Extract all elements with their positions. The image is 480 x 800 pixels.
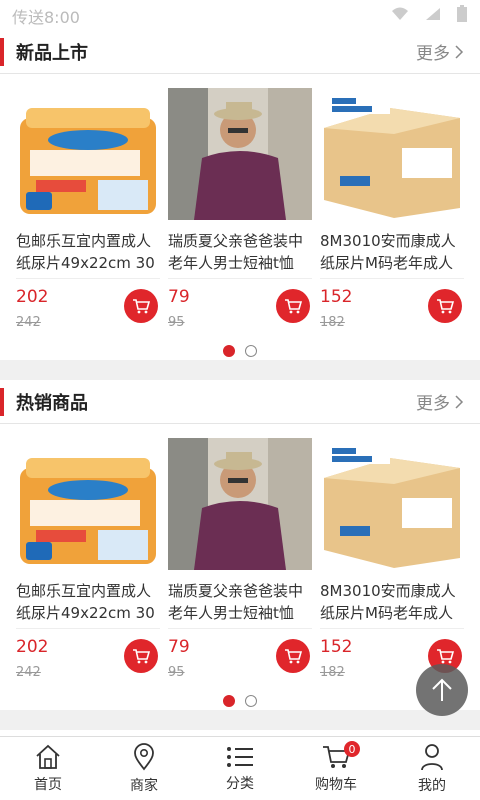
new-arrivals-section: 新品上市 更多 包邮乐互宜内置成人 纸尿片49x22cm 30 202 242 …: [0, 30, 480, 360]
hot-products-section: 热销商品 更多 包邮乐互宜内置成人 纸尿片49x22cm 30 202 242 …: [0, 380, 480, 710]
pager-dot[interactable]: [245, 695, 257, 707]
tab-label: 首页: [34, 776, 62, 793]
battery-icon: [456, 5, 468, 27]
tab-label: 我的: [418, 777, 446, 794]
product-price: 152: [320, 637, 353, 657]
section-header: 热销商品 更多: [0, 380, 480, 424]
product-card[interactable]: 8M3010安而康成人 纸尿片M码老年成人 152 182: [320, 438, 464, 688]
pager-dot-active[interactable]: [223, 345, 235, 357]
elderjoy-box-image[interactable]: [320, 438, 464, 570]
status-bar: 传送8:00: [0, 0, 480, 32]
carousel-pager: [0, 338, 480, 364]
cart-icon: [437, 649, 454, 664]
section-title: 新品上市: [16, 42, 88, 64]
elderjoy-box-image[interactable]: [320, 88, 464, 220]
location-pin-icon: [134, 742, 154, 770]
product-price: 202: [16, 287, 49, 307]
list-icon: [227, 746, 253, 767]
product-card[interactable]: 包邮乐互宜内置成人 纸尿片49x22cm 30 202 242: [16, 438, 160, 688]
add-to-cart-button[interactable]: [124, 289, 158, 323]
section-accent-bar: [0, 388, 4, 416]
product-name-line1: 包邮乐互宜内置成人: [16, 232, 152, 250]
user-icon: [421, 743, 443, 770]
arrow-up-icon: [432, 678, 452, 701]
cart-icon: [285, 299, 302, 314]
product-name-line2: 纸尿片49x22cm 30: [16, 604, 155, 622]
product-original-price: 242: [16, 665, 41, 680]
back-to-top-button[interactable]: [416, 664, 468, 716]
status-time: 传送8:00: [12, 8, 80, 27]
tab-categories[interactable]: 分类: [192, 737, 288, 800]
tab-home[interactable]: 首页: [0, 737, 96, 800]
add-to-cart-button[interactable]: [124, 639, 158, 673]
add-to-cart-button[interactable]: [276, 639, 310, 673]
product-name-line2: 纸尿片M码老年成人: [320, 254, 453, 272]
product-card[interactable]: 瑞质夏父亲爸爸装中 老年人男士短袖t恤 79 95: [168, 438, 312, 688]
product-price: 202: [16, 637, 49, 657]
product-card[interactable]: 瑞质夏父亲爸爸装中 老年人男士短袖t恤 79 95: [168, 88, 312, 338]
chevron-right-icon: [455, 394, 464, 409]
section-accent-bar: [0, 38, 4, 66]
product-card[interactable]: 8M3010安而康成人 纸尿片M码老年成人 152 182: [320, 88, 464, 338]
bottom-tab-bar: 首页 商家 分类 0 购物车 我的: [0, 736, 480, 800]
more-link[interactable]: 更多: [416, 389, 464, 414]
chevron-right-icon: [455, 44, 464, 59]
tab-label: 商家: [130, 777, 158, 794]
product-price: 79: [168, 287, 190, 307]
home-icon: [36, 744, 60, 769]
product-card[interactable]: 包邮乐互宜内置成人 纸尿片49x22cm 30 202 242: [16, 88, 160, 338]
product-name-line1: 8M3010安而康成人: [320, 582, 456, 600]
product-name-line1: 瑞质夏父亲爸爸装中: [168, 232, 304, 250]
add-to-cart-button[interactable]: [276, 289, 310, 323]
product-original-price: 95: [168, 665, 185, 680]
product-name-line1: 包邮乐互宜内置成人: [16, 582, 152, 600]
add-to-cart-button[interactable]: [428, 289, 462, 323]
signal-icon: [424, 6, 442, 26]
man-tshirt-photo[interactable]: [168, 88, 312, 220]
cart-icon: [437, 299, 454, 314]
product-price: 152: [320, 287, 353, 307]
product-name-line2: 纸尿片49x22cm 30: [16, 254, 155, 272]
more-label: 更多: [416, 394, 450, 414]
more-link[interactable]: 更多: [416, 39, 464, 64]
product-name-line2: 纸尿片M码老年成人: [320, 604, 453, 622]
tab-label: 分类: [226, 775, 254, 792]
more-label: 更多: [416, 44, 450, 64]
pager-dot[interactable]: [245, 345, 257, 357]
product-name-line1: 瑞质夏父亲爸爸装中: [168, 582, 304, 600]
product-original-price: 242: [16, 315, 41, 330]
product-price: 79: [168, 637, 190, 657]
tab-merchants[interactable]: 商家: [96, 737, 192, 800]
product-original-price: 95: [168, 315, 185, 330]
cart-icon: [285, 649, 302, 664]
section-header: 新品上市 更多: [0, 30, 480, 74]
wifi-icon: [390, 6, 410, 26]
cart-count-badge: 0: [344, 741, 360, 757]
diaper-pack-image[interactable]: [16, 438, 160, 570]
section-title: 热销商品: [16, 392, 88, 414]
tab-cart[interactable]: 0 购物车: [288, 737, 384, 800]
tab-profile[interactable]: 我的: [384, 737, 480, 800]
product-name-line2: 老年人男士短袖t恤: [168, 604, 294, 622]
product-name-line2: 老年人男士短袖t恤: [168, 254, 294, 272]
diaper-pack-image[interactable]: [16, 88, 160, 220]
carousel-pager: [0, 688, 480, 714]
product-original-price: 182: [320, 315, 345, 330]
tab-label: 购物车: [315, 776, 357, 793]
pager-dot-active[interactable]: [223, 695, 235, 707]
man-tshirt-photo[interactable]: [168, 438, 312, 570]
cart-icon: [133, 299, 150, 314]
product-name-line1: 8M3010安而康成人: [320, 232, 456, 250]
cart-icon: [133, 649, 150, 664]
product-original-price: 182: [320, 665, 345, 680]
